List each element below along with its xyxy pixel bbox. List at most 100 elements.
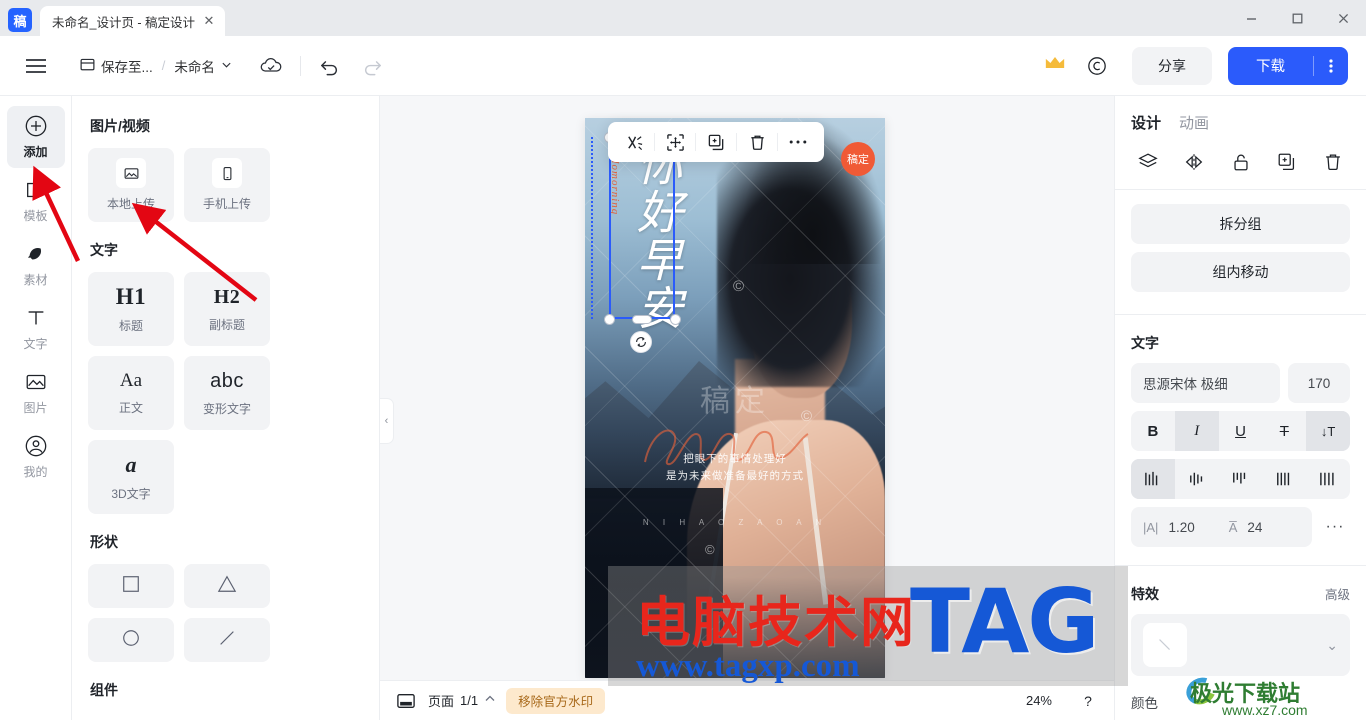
browser-tab[interactable]: 未命名_设计页 - 稿定设计 ✕ bbox=[40, 6, 225, 36]
tab-design[interactable]: 设计 bbox=[1131, 112, 1161, 133]
unlock-icon[interactable] bbox=[1228, 149, 1254, 175]
more-icon[interactable] bbox=[778, 122, 818, 162]
page-label: 页面 bbox=[428, 694, 455, 709]
line-shape-card[interactable] bbox=[184, 618, 270, 662]
page-panel-icon[interactable] bbox=[394, 689, 418, 713]
hamburger-icon[interactable] bbox=[22, 52, 50, 80]
vertical-text-button[interactable]: ↓T bbox=[1306, 411, 1350, 451]
remove-watermark-button[interactable]: 移除官方水印 bbox=[506, 687, 606, 714]
rail-item-template[interactable]: 模板 bbox=[7, 170, 65, 232]
underline-button[interactable]: U bbox=[1219, 411, 1263, 451]
media-card-grid: 本地上传 手机上传 bbox=[88, 148, 363, 222]
help-icon[interactable]: ? bbox=[1076, 689, 1100, 713]
abc-glyph: abc bbox=[210, 369, 244, 392]
page-indicator[interactable]: 页面 1/1 bbox=[428, 691, 496, 710]
rail-item-picture[interactable]: 图片 bbox=[7, 362, 65, 424]
duplicate-icon[interactable] bbox=[696, 122, 736, 162]
subheading-card[interactable]: H2 副标题 bbox=[184, 272, 270, 346]
app-window: 稿 未命名_设计页 - 稿定设计 ✕ 保存至... / 未命名 分享 下载 添加… bbox=[0, 0, 1366, 720]
page-value: 1/1 bbox=[460, 693, 479, 708]
text-more-options-icon[interactable]: ··· bbox=[1320, 518, 1350, 536]
align-left-button[interactable] bbox=[1131, 459, 1175, 499]
rail-item-label: 素材 bbox=[23, 273, 48, 287]
quote-block[interactable]: 把眼下的事情处理好 是为未来做准备最好的方式 bbox=[585, 451, 885, 486]
body-text-card[interactable]: Aa 正文 bbox=[88, 356, 174, 430]
undo-icon[interactable] bbox=[317, 53, 343, 79]
trash-icon[interactable] bbox=[737, 122, 777, 162]
local-upload-card[interactable]: 本地上传 bbox=[88, 148, 174, 222]
duplicate-icon[interactable] bbox=[1274, 149, 1300, 175]
artboard[interactable]: © © © 稿定 稿定 hellomorning 你好早安 把眼下的事情处理好 … bbox=[585, 118, 885, 678]
crown-icon[interactable] bbox=[1044, 55, 1066, 76]
document-name[interactable]: 未命名 bbox=[174, 56, 232, 76]
resize-handle-bottom-right[interactable] bbox=[670, 314, 681, 325]
align-right-button[interactable] bbox=[1219, 459, 1263, 499]
italic-button[interactable]: I bbox=[1174, 411, 1219, 451]
line-height-field[interactable]: |A| 1.20 A̅ 24 bbox=[1131, 507, 1312, 547]
left-rail: 添加 模板 素材 文字 图片 我的 bbox=[0, 96, 72, 720]
triangle-shape-card[interactable] bbox=[184, 564, 270, 608]
canvas-area[interactable]: © © © 稿定 稿定 hellomorning 你好早安 把眼下的事情处理好 … bbox=[380, 96, 1114, 720]
rail-item-mine[interactable]: 我的 bbox=[7, 426, 65, 488]
effect-advanced-link[interactable]: 高级 bbox=[1325, 584, 1350, 603]
resize-handle-bottom-left[interactable] bbox=[604, 314, 615, 325]
save-to-label: 保存至... bbox=[101, 59, 153, 75]
rail-item-add[interactable]: 添加 bbox=[6, 106, 65, 168]
text-align-bar bbox=[1131, 459, 1350, 499]
chevron-up-icon[interactable] bbox=[484, 693, 496, 708]
text-metrics-bar: |A| 1.20 A̅ 24 ··· bbox=[1131, 507, 1350, 547]
save-to-button[interactable]: 保存至... bbox=[80, 56, 153, 76]
chevron-down-icon[interactable] bbox=[221, 58, 232, 73]
move-in-group-button[interactable]: 组内移动 bbox=[1131, 252, 1350, 292]
ungroup-icon[interactable] bbox=[614, 122, 654, 162]
circle-shape-card[interactable] bbox=[88, 618, 174, 662]
maximize-icon[interactable] bbox=[1274, 0, 1320, 36]
cloud-check-icon[interactable] bbox=[258, 53, 284, 79]
picture-icon bbox=[24, 370, 48, 394]
split-group-button[interactable]: 拆分组 bbox=[1131, 204, 1350, 244]
rotate-handle-icon[interactable] bbox=[630, 331, 652, 353]
trash-icon[interactable] bbox=[1320, 149, 1346, 175]
phone-upload-card[interactable]: 手机上传 bbox=[184, 148, 270, 222]
resize-handle-bottom-center[interactable] bbox=[632, 315, 652, 324]
redo-icon[interactable] bbox=[359, 53, 385, 79]
warp-text-card[interactable]: abc 变形文字 bbox=[184, 356, 270, 430]
minimize-icon[interactable] bbox=[1228, 0, 1274, 36]
material-icon bbox=[24, 242, 48, 266]
align-center-button[interactable] bbox=[1175, 459, 1219, 499]
phone-icon bbox=[212, 158, 242, 188]
align-distribute-button[interactable] bbox=[1306, 459, 1350, 499]
strikethrough-button[interactable]: T bbox=[1262, 411, 1306, 451]
layers-icon[interactable] bbox=[1135, 149, 1161, 175]
crop-move-icon[interactable] bbox=[655, 122, 695, 162]
rail-item-material[interactable]: 素材 bbox=[7, 234, 65, 296]
selection-box[interactable] bbox=[609, 137, 675, 319]
flip-icon[interactable] bbox=[1181, 149, 1207, 175]
panel-divider bbox=[1115, 314, 1366, 315]
square-shape-card[interactable] bbox=[88, 564, 174, 608]
panel-collapse-button[interactable]: ‹ bbox=[380, 398, 394, 444]
bold-button[interactable]: B bbox=[1131, 411, 1175, 451]
right-panel: 设计 动画 拆分组 组内移动 文字 思源宋体 极细 170 B I U T ↓T… bbox=[1114, 96, 1366, 720]
heading-card[interactable]: H1 标题 bbox=[88, 272, 174, 346]
align-left-icon bbox=[1145, 471, 1158, 486]
font-size-input[interactable]: 170 bbox=[1288, 363, 1350, 403]
font-family-select[interactable]: 思源宋体 极细 bbox=[1131, 363, 1280, 403]
align-center-icon bbox=[1189, 472, 1202, 486]
zoom-level[interactable]: 24% bbox=[1026, 693, 1052, 708]
tab-animation[interactable]: 动画 bbox=[1179, 112, 1209, 133]
close-icon[interactable]: ✕ bbox=[201, 13, 217, 29]
share-button[interactable]: 分享 bbox=[1132, 46, 1212, 85]
gaoding-badge[interactable]: 稿定 bbox=[841, 142, 875, 176]
rail-item-text[interactable]: 文字 bbox=[7, 298, 65, 360]
effect-select[interactable]: ⌄ bbox=[1131, 614, 1350, 676]
download-more-icon[interactable] bbox=[1314, 47, 1348, 85]
window-close-icon[interactable] bbox=[1320, 0, 1366, 36]
move-in-group-label: 组内移动 bbox=[1212, 264, 1269, 280]
3d-a-glyph: a bbox=[125, 452, 137, 477]
copyright-icon[interactable] bbox=[1086, 55, 1108, 77]
three-d-text-card[interactable]: a 3D文字 bbox=[88, 440, 174, 514]
align-justify-button[interactable] bbox=[1262, 459, 1306, 499]
download-button[interactable]: 下载 bbox=[1228, 47, 1313, 85]
folder-icon bbox=[80, 57, 95, 75]
